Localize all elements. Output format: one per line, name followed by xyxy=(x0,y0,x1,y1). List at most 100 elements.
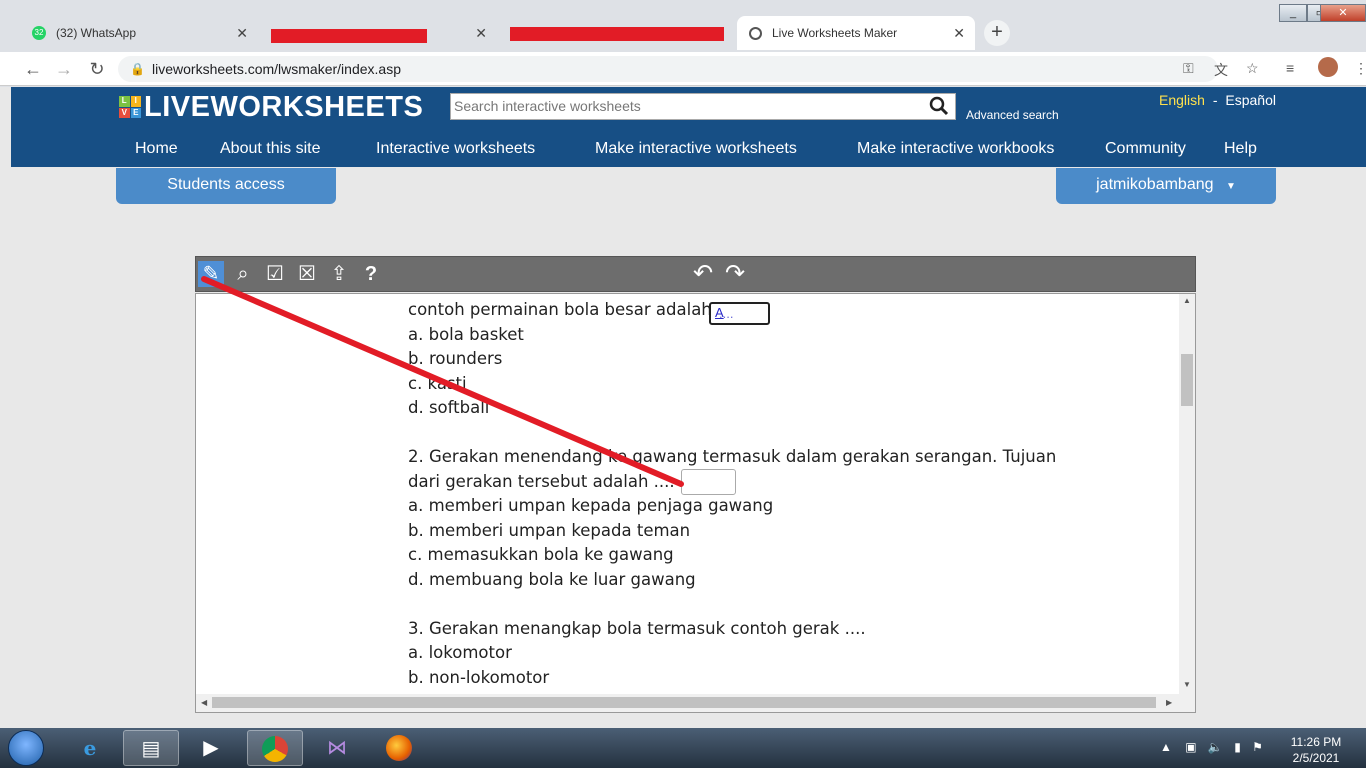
system-tray: ▲ ▣ 🔈 ▮ ⚑ xyxy=(1160,740,1263,754)
whatsapp-icon: 32 xyxy=(32,26,46,40)
worksheet-canvas[interactable]: contoh permainan bola besar adalah a. bo… xyxy=(195,293,1196,713)
menu-make-worksheets[interactable]: Make interactive worksheets xyxy=(595,140,797,158)
user-menu-button[interactable]: jatmikobambang ▼ xyxy=(1056,168,1276,204)
preview-icon[interactable]: ⌕ xyxy=(230,261,256,287)
search-placeholder: Search interactive worksheets xyxy=(454,98,641,114)
check-answers-icon[interactable]: ☑ xyxy=(262,261,288,287)
close-window-button[interactable]: ✕ xyxy=(1320,4,1366,22)
worksheet-line: b. non-lokomotor xyxy=(408,667,550,687)
reload-button[interactable]: ↻ xyxy=(86,58,108,80)
scroll-right-icon[interactable]: ▶ xyxy=(1166,698,1172,707)
vertical-scroll-thumb[interactable] xyxy=(1181,354,1193,406)
file-explorer-icon[interactable]: ▤ xyxy=(123,730,179,766)
worksheet-line: d. softball xyxy=(408,398,490,418)
key-icon[interactable]: ⚿ xyxy=(1183,60,1194,77)
language-switcher: English - Español xyxy=(1159,92,1276,108)
horizontal-scrollbar[interactable]: ◀ ▶ xyxy=(196,694,1195,712)
logo-letter: E xyxy=(130,107,141,118)
logo-letter: I xyxy=(130,96,141,107)
menu-home[interactable]: Home xyxy=(135,140,178,158)
translate-icon[interactable]: 文 xyxy=(1214,60,1228,80)
lang-english-link[interactable]: English xyxy=(1159,92,1205,108)
network-icon[interactable]: ▮ xyxy=(1234,740,1241,754)
taskbar-clock[interactable]: 11:26 PM 2/5/2021 xyxy=(1288,734,1344,766)
close-icon[interactable]: ✕ xyxy=(236,25,248,42)
browser-window: 32 (32) WhatsApp ✕ ✕ Live Worksheets Mak… xyxy=(0,0,1366,728)
close-icon[interactable]: ✕ xyxy=(953,25,965,42)
answer-box-2[interactable] xyxy=(681,469,736,495)
address-bar[interactable]: 🔒 liveworksheets.com/lwsmaker/index.asp xyxy=(118,56,1218,82)
redaction-bar xyxy=(510,27,724,41)
tab-bar: 32 (32) WhatsApp ✕ ✕ Live Worksheets Mak… xyxy=(0,0,1366,52)
worksheet-line-blank xyxy=(408,421,1056,445)
url-text: liveworksheets.com/lwsmaker/index.asp xyxy=(152,61,401,77)
search-input[interactable]: Search interactive worksheets xyxy=(450,93,956,120)
back-button[interactable]: ← xyxy=(22,58,44,80)
globe-icon xyxy=(749,26,762,40)
avatar[interactable] xyxy=(1318,57,1338,77)
menu-help[interactable]: Help xyxy=(1224,140,1257,158)
volume-icon[interactable]: 🔈 xyxy=(1208,740,1223,754)
worksheet-line: a. lokomotor xyxy=(408,643,512,663)
tab-label: (32) WhatsApp xyxy=(56,26,137,40)
answer-box-1[interactable]: .... A xyxy=(709,302,770,325)
web-page: L I V E LIVEWORKSHEETS Search interactiv… xyxy=(0,87,1366,728)
star-icon[interactable]: ☆ xyxy=(1246,60,1259,77)
worksheet-line: d. membuang bola ke luar gawang xyxy=(408,569,696,589)
close-icon[interactable]: ✕ xyxy=(475,25,487,42)
tab-redacted-2[interactable] xyxy=(498,16,736,50)
search-icon[interactable] xyxy=(929,96,949,116)
clock-date: 2/5/2021 xyxy=(1292,751,1340,765)
horizontal-scroll-thumb[interactable] xyxy=(212,697,1156,708)
username-label: jatmikobambang xyxy=(1096,176,1214,193)
undo-icon[interactable]: ↶ xyxy=(690,261,716,287)
logo[interactable]: L I V E LIVEWORKSHEETS xyxy=(119,91,423,123)
vertical-scrollbar[interactable]: ▲ ▼ xyxy=(1179,294,1195,694)
logo-letter: V xyxy=(119,107,130,118)
export-icon[interactable]: ⇪ xyxy=(326,261,352,287)
logo-letter: L xyxy=(119,96,130,107)
menu-interactive-worksheets[interactable]: Interactive worksheets xyxy=(376,140,535,158)
visual-studio-icon[interactable]: ⋈ xyxy=(309,730,365,766)
advanced-search-link[interactable]: Advanced search xyxy=(966,108,1059,122)
students-access-button[interactable]: Students access xyxy=(116,168,336,204)
scroll-up-icon[interactable]: ▲ xyxy=(1183,296,1191,305)
minimize-button[interactable]: _ xyxy=(1279,4,1307,22)
chrome-logo xyxy=(262,736,288,762)
worksheet-line: a. memberi umpan kepada penjaga gawang xyxy=(408,496,774,516)
students-access-label: Students access xyxy=(167,176,285,193)
tab-live-worksheets-maker[interactable]: Live Worksheets Maker ✕ xyxy=(737,16,975,50)
chrome-icon[interactable] xyxy=(247,730,303,766)
menu-about[interactable]: About this site xyxy=(220,140,321,158)
scroll-left-icon[interactable]: ◀ xyxy=(201,698,207,707)
answer-box-1-text: .... A xyxy=(715,305,733,321)
internet-explorer-icon[interactable]: e xyxy=(62,730,118,766)
edit-pointer-icon[interactable]: ✎ xyxy=(198,261,224,287)
new-tab-button[interactable]: + xyxy=(984,20,1010,46)
lang-separator: - xyxy=(1212,92,1218,108)
menu-make-workbooks[interactable]: Make interactive workbooks xyxy=(857,140,1054,158)
action-center-icon[interactable]: ⚑ xyxy=(1252,740,1263,754)
device-icon[interactable]: ▣ xyxy=(1185,740,1196,754)
tab-whatsapp[interactable]: 32 (32) WhatsApp ✕ xyxy=(20,16,258,50)
site-header: L I V E LIVEWORKSHEETS Search interactiv… xyxy=(11,87,1366,167)
firefox-logo xyxy=(386,735,412,761)
kebab-menu-icon[interactable]: ⋮ xyxy=(1354,60,1366,77)
reading-list-icon[interactable]: ≡ xyxy=(1286,60,1294,76)
worksheet-line: 2. Gerakan menendang ke gawang termasuk … xyxy=(408,446,1057,466)
windows-taskbar: e ▤ ▶ ⋈ ▲ ▣ 🔈 ▮ ⚑ 11:26 PM 2/5/2021 xyxy=(0,728,1366,768)
redo-icon[interactable]: ↷ xyxy=(722,261,748,287)
show-hidden-icons[interactable]: ▲ xyxy=(1160,740,1172,754)
clock-time: 11:26 PM xyxy=(1290,735,1342,749)
menu-community[interactable]: Community xyxy=(1105,140,1186,158)
scroll-down-icon[interactable]: ▼ xyxy=(1183,680,1191,689)
lang-spanish-link[interactable]: Español xyxy=(1225,92,1276,108)
media-player-icon[interactable]: ▶ xyxy=(183,730,239,766)
forward-button[interactable]: → xyxy=(53,58,75,80)
start-button[interactable] xyxy=(8,730,44,766)
help-icon[interactable]: ? xyxy=(358,261,384,287)
tab-redacted-1[interactable]: ✕ xyxy=(259,16,497,50)
firefox-icon[interactable] xyxy=(371,730,427,766)
worksheet-line: 3. Gerakan menangkap bola termasuk conto… xyxy=(408,618,866,638)
clear-answers-icon[interactable]: ☒ xyxy=(294,261,320,287)
